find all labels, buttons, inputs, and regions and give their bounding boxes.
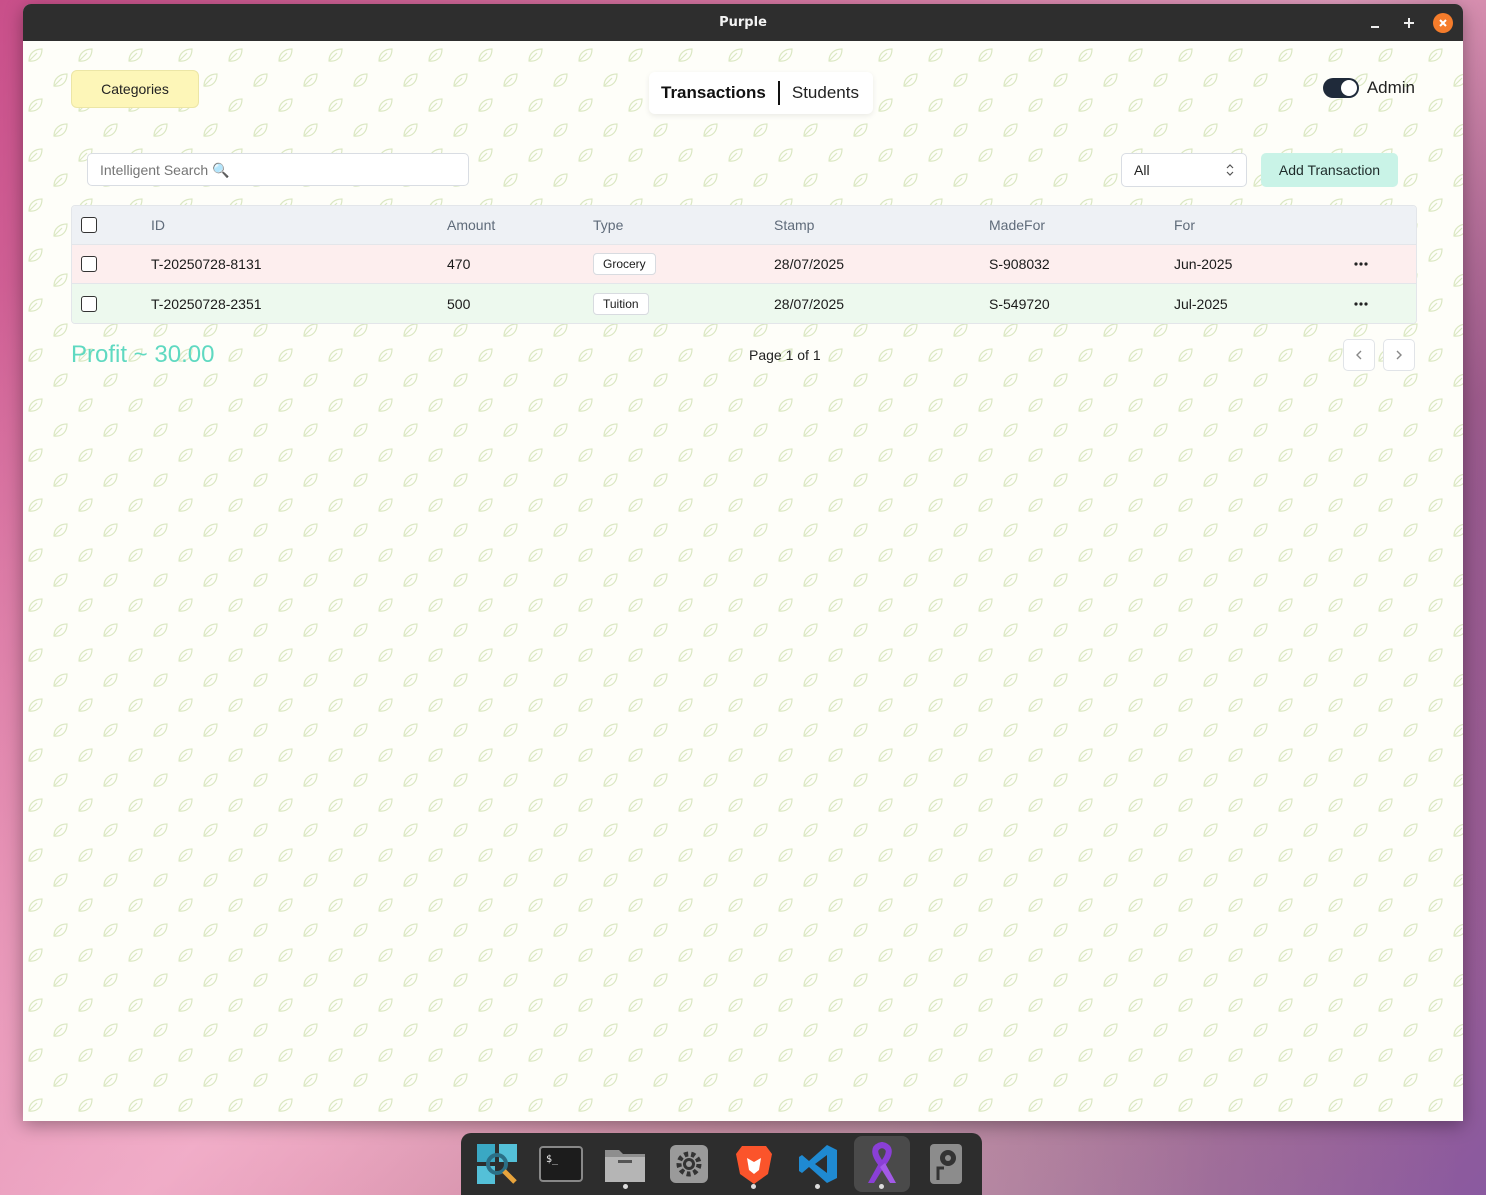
chevron-right-icon [1396, 350, 1402, 360]
dock-item-terminal[interactable]: $_ [533, 1136, 589, 1192]
type-badge: Grocery [593, 253, 656, 275]
admin-toggle[interactable] [1322, 78, 1359, 98]
svg-text:$_: $_ [546, 1154, 559, 1165]
search-magnifier-icon [477, 1144, 517, 1184]
cell-amount: 500 [447, 295, 471, 312]
table-row[interactable]: T-20250728-2351 500 Tuition 28/07/2025 S… [72, 284, 1416, 323]
disk-drive-icon [929, 1144, 962, 1184]
pagination-info: Page 1 of 1 [749, 347, 821, 363]
add-transaction-button[interactable]: Add Transaction [1261, 153, 1398, 187]
select-all-checkbox[interactable] [81, 217, 97, 233]
window-titlebar[interactable]: Purple [23, 4, 1463, 41]
minimize-button[interactable] [1365, 13, 1385, 33]
cell-amount: 470 [447, 256, 471, 272]
cell-madefor: S-908032 [989, 256, 1050, 272]
maximize-button[interactable] [1399, 13, 1419, 33]
admin-label: Admin [1366, 78, 1415, 97]
next-page-button[interactable] [1383, 339, 1415, 371]
filter-value: All [1134, 162, 1150, 178]
leaf-pattern-background [23, 41, 1463, 1121]
row-checkbox[interactable] [81, 256, 97, 272]
cell-stamp: 28/07/2025 [774, 256, 845, 272]
toggle-knob [1340, 80, 1357, 96]
running-indicator [622, 1184, 628, 1189]
dock-item-purple[interactable] [853, 1136, 910, 1192]
terminal-icon: $_ [539, 1146, 584, 1182]
view-tabs: Transactions Students [649, 72, 873, 114]
close-button[interactable] [1433, 12, 1453, 33]
running-indicator [879, 1184, 885, 1189]
main-content: Categories Transactions Students Admin A… [23, 41, 1463, 1121]
window-title: Purple [719, 15, 767, 30]
admin-toggle-group: Admin [1322, 78, 1415, 98]
more-options-icon[interactable] [1354, 262, 1368, 266]
column-header-stamp[interactable]: Stamp [774, 206, 814, 244]
close-icon [1439, 18, 1447, 27]
tab-transactions[interactable]: Transactions [649, 83, 778, 103]
purple-ribbon-icon [867, 1141, 896, 1183]
dock-item-brave[interactable] [726, 1136, 782, 1192]
dock-item-search[interactable] [469, 1136, 525, 1192]
chevron-left-icon [1356, 350, 1362, 360]
column-header-amount[interactable]: Amount [447, 206, 495, 244]
settings-gear-icon [670, 1145, 709, 1183]
dock-item-settings[interactable] [661, 1136, 717, 1192]
type-filter-select[interactable]: All [1121, 153, 1247, 187]
dock-item-vscode[interactable] [790, 1136, 846, 1192]
column-header-madefor[interactable]: MadeFor [989, 206, 1045, 244]
cell-for: Jun-2025 [1174, 256, 1233, 272]
cell-madefor: S-549720 [989, 295, 1050, 312]
table-header-row: ID Amount Type Stamp MadeFor For [72, 206, 1416, 245]
categories-button[interactable]: Categories [71, 70, 199, 108]
cell-stamp: 28/07/2025 [774, 295, 845, 312]
app-window: Purple Categories Transactions Students … [23, 4, 1463, 1121]
transactions-table: ID Amount Type Stamp MadeFor For T-20250… [71, 205, 1417, 324]
taskbar-dock: $_ [461, 1133, 982, 1195]
table-row[interactable]: T-20250728-8131 470 Grocery 28/07/2025 S… [72, 245, 1416, 284]
cell-for: Jul-2025 [1174, 295, 1228, 312]
dock-item-disks[interactable] [918, 1136, 974, 1192]
maximize-icon [1404, 17, 1414, 28]
search-input[interactable] [87, 153, 469, 186]
tab-students[interactable]: Students [780, 83, 871, 103]
running-indicator [751, 1184, 757, 1189]
brave-lion-icon [735, 1146, 772, 1184]
previous-page-button[interactable] [1343, 339, 1375, 371]
cell-id: T-20250728-8131 [151, 256, 262, 272]
dock-item-files[interactable] [597, 1136, 653, 1192]
row-checkbox[interactable] [81, 295, 97, 312]
cell-id: T-20250728-2351 [151, 295, 262, 312]
minimize-icon [1371, 25, 1379, 28]
vscode-icon [798, 1145, 837, 1183]
running-indicator [815, 1184, 821, 1189]
files-folder-icon [605, 1150, 646, 1182]
chevron-up-down-icon [1226, 164, 1234, 176]
column-header-id[interactable]: ID [151, 206, 165, 244]
column-header-type[interactable]: Type [593, 206, 623, 244]
column-header-for[interactable]: For [1174, 206, 1195, 244]
type-badge: Tuition [593, 292, 649, 315]
profit-summary: Profit ~ 30.00 [71, 341, 215, 368]
more-options-icon[interactable] [1354, 301, 1368, 306]
